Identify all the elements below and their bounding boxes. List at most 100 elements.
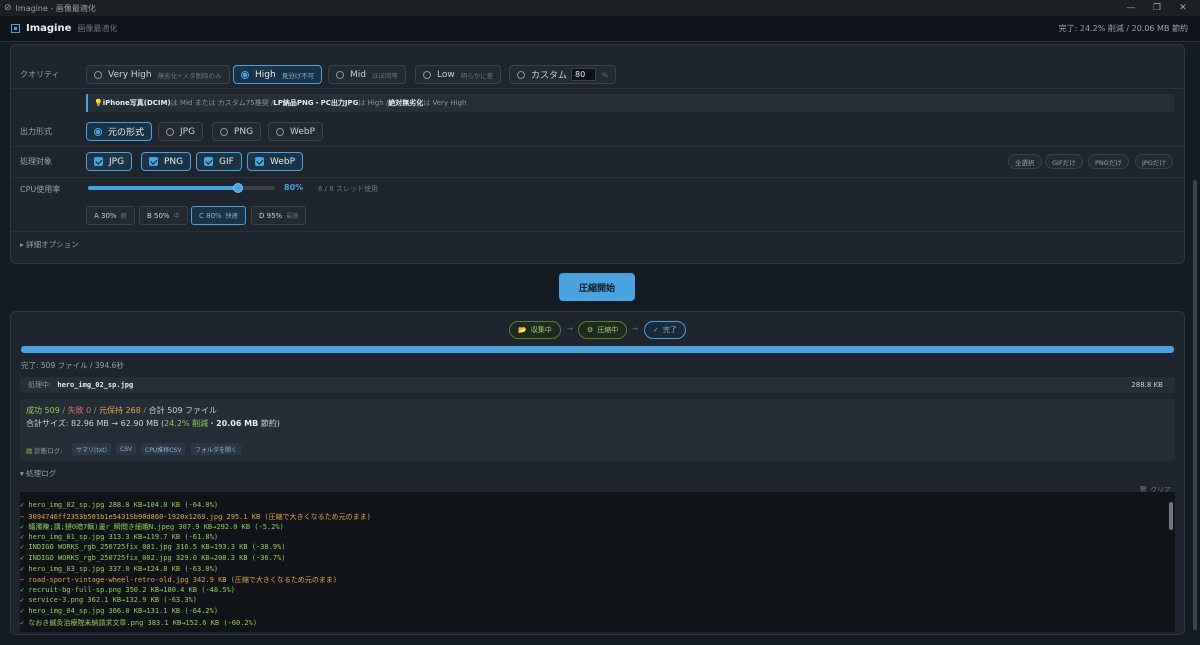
quality-label: クオリティ <box>20 70 60 79</box>
cpu-threads: 6 / 8 スレッド使用 <box>318 185 378 193</box>
preset-sub: 軽 <box>120 213 127 220</box>
preset-a-button[interactable]: A 30% 軽 <box>86 206 135 225</box>
preset-d-button[interactable]: D 95% 最速 <box>251 206 307 225</box>
custom-quality-input[interactable]: 80 <box>571 68 596 81</box>
summary-txt-link[interactable]: サマリ(txt) <box>72 443 111 455</box>
output-label: 出力形式 <box>20 127 52 136</box>
log-header-toggle[interactable]: ▾ 処理ログ <box>20 468 56 479</box>
current-file-bar: 処理中: hero_img_02_sp.jpg 288.8 KB <box>20 377 1175 393</box>
arrow-icon: → <box>632 325 638 333</box>
log-line: ✓ hero_img_02_sp.jpg 288.8 KB→104.0 KB (… <box>20 501 219 509</box>
stage-collecting: 📂 収集中 <box>509 321 561 339</box>
diag-label-text: 診断ログ: <box>34 447 63 455</box>
size-text: 合計サイズ: 82.96 MB → 62.90 MB ( <box>26 419 165 428</box>
output-option-webp[interactable]: WebP <box>268 122 324 141</box>
diag-log-label: ▤ 診断ログ: <box>26 445 62 455</box>
fail-count: 失敗 0 <box>67 406 92 415</box>
restore-icon[interactable]: ❐ <box>1144 0 1170 16</box>
cpu-slider-fill <box>88 186 238 190</box>
option-sub: 明らかに差 <box>460 71 494 80</box>
app-header: Imagine 画像最適化 完了: 24.2% 削減 / 20.06 MB 節約 <box>0 16 1200 42</box>
select-all-button[interactable]: 全選択 <box>1008 154 1042 169</box>
radio-icon <box>220 127 228 136</box>
log-line: ✓ INDIGO WORKS_rgb_250725fix_001.jpg 316… <box>20 543 286 552</box>
log-line: ✓ hero_img_04_sp.jpg 366.0 KB→131.1 KB (… <box>20 607 219 615</box>
check-icon: ✓ <box>653 326 659 334</box>
stage-done: ✓ 完了 <box>644 321 686 339</box>
app-name: Imagine <box>26 23 72 34</box>
kept-count: 元保持 268 <box>99 406 141 415</box>
quality-option-custom[interactable]: カスタム 80 % <box>509 65 616 84</box>
checkbox-icon <box>149 157 158 166</box>
preset-sub: 快適 <box>225 213 238 220</box>
scrollbar-thumb[interactable] <box>1193 180 1197 630</box>
progress-text: 完了: 509 ファイル / 394.6秒 <box>21 361 124 370</box>
radio-icon <box>423 70 431 79</box>
logo-icon <box>11 24 20 33</box>
option-label: PNG <box>234 126 254 137</box>
option-label: GIF <box>219 156 234 167</box>
option-sub: ほぼ同等 <box>371 71 398 80</box>
log-line: ✓ なおき鍼灸治療院未納請求文章.png 383.1 KB→152.6 KB (… <box>20 618 258 627</box>
page-scrollbar[interactable] <box>1192 44 1198 640</box>
checkbox-icon <box>255 157 264 166</box>
lightbulb-icon: 💡 <box>94 99 103 107</box>
cpu-slider-handle[interactable] <box>232 183 243 193</box>
preset-label: B 50% <box>147 211 170 220</box>
current-label: 処理中: <box>28 381 52 389</box>
option-sub: 見分け不可 <box>281 71 315 80</box>
quality-hint: 💡 iPhone写真(DCIM) は Mid または カスタム75推奨 / LP… <box>86 94 1174 112</box>
png-only-button[interactable]: PNGだけ <box>1088 154 1129 169</box>
hint-text: は High / <box>358 99 389 107</box>
open-folder-link[interactable]: フォルダを開く <box>191 443 242 455</box>
option-label: Very High <box>108 69 152 80</box>
stage-label: 完了 <box>662 326 677 334</box>
close-icon[interactable]: ✕ <box>1170 0 1196 16</box>
quality-option-high[interactable]: High 見分け不可 <box>233 65 323 84</box>
target-jpg-checkbox[interactable]: JPG <box>86 152 133 171</box>
option-label: WebP <box>270 156 296 167</box>
output-option-jpg[interactable]: JPG <box>158 122 204 141</box>
gif-only-button[interactable]: GIFだけ <box>1045 154 1083 169</box>
cpu-slider[interactable] <box>88 183 275 193</box>
csv-link[interactable]: CSV <box>116 443 137 455</box>
option-label: PNG <box>164 156 184 167</box>
preset-label: A 30% <box>94 211 117 220</box>
preset-b-button[interactable]: B 50% 中 <box>139 206 188 225</box>
quality-option-very-high[interactable]: Very High 無劣化+メタ削除のみ <box>86 65 230 84</box>
size-saved: 20.06 MB <box>216 419 259 428</box>
output-option-png[interactable]: PNG <box>212 122 262 141</box>
radio-icon <box>517 70 525 79</box>
cpu-csv-link[interactable]: CPU推移CSV <box>141 443 186 455</box>
hint-strong: iPhone写真(DCIM) <box>102 99 171 107</box>
stage-compressing: ⚙ 圧縮中 <box>578 321 628 339</box>
option-sub: 無劣化+メタ削除のみ <box>157 71 222 80</box>
hint-strong: LP納品PNG・PC出力JPG <box>273 99 359 107</box>
hint-text: は Mid または カスタム75推奨 / <box>170 99 274 107</box>
preset-c-button[interactable]: C 80% 快適 <box>191 206 246 225</box>
log-line: ✓ 蟻濁陳;講;鏈0暗7輌)邊r_瞬閲き細蛾N.jpeg 307.9 KB→29… <box>20 523 284 532</box>
target-png-checkbox[interactable]: PNG <box>141 152 192 171</box>
window-titlebar: ⊘ Imagine - 画像最適化 <box>0 0 1200 16</box>
hint-text: は Very High <box>423 99 467 107</box>
output-option-original[interactable]: 元の形式 <box>86 122 153 141</box>
minimize-icon[interactable]: — <box>1118 0 1144 16</box>
success-count: 成功 509 <box>26 406 60 415</box>
size-sep: ・ <box>208 419 217 428</box>
target-webp-checkbox[interactable]: WebP <box>247 152 304 171</box>
preset-label: C 80% <box>199 211 222 220</box>
gear-icon: ⚙ <box>587 326 594 334</box>
quality-option-low[interactable]: Low 明らかに差 <box>415 65 502 84</box>
start-compress-button[interactable]: 圧縮開始 <box>559 273 635 301</box>
summary-size: 合計サイズ: 82.96 MB → 62.90 MB (24.2% 削減・20.… <box>26 418 280 429</box>
radio-icon <box>241 70 249 79</box>
quality-option-mid[interactable]: Mid ほぼ同等 <box>328 65 406 84</box>
cpu-label: CPU使用率 <box>20 185 61 194</box>
target-gif-checkbox[interactable]: GIF <box>196 152 242 171</box>
jpg-only-button[interactable]: JPGだけ <box>1135 154 1173 169</box>
size-percent: 24.2% 削減 <box>164 419 209 428</box>
radio-icon <box>166 127 174 136</box>
targets-label: 処理対象 <box>20 157 52 166</box>
log-scrollbar-thumb[interactable] <box>1169 502 1173 530</box>
advanced-options-toggle[interactable]: ▸ 詳細オプション <box>20 239 79 250</box>
